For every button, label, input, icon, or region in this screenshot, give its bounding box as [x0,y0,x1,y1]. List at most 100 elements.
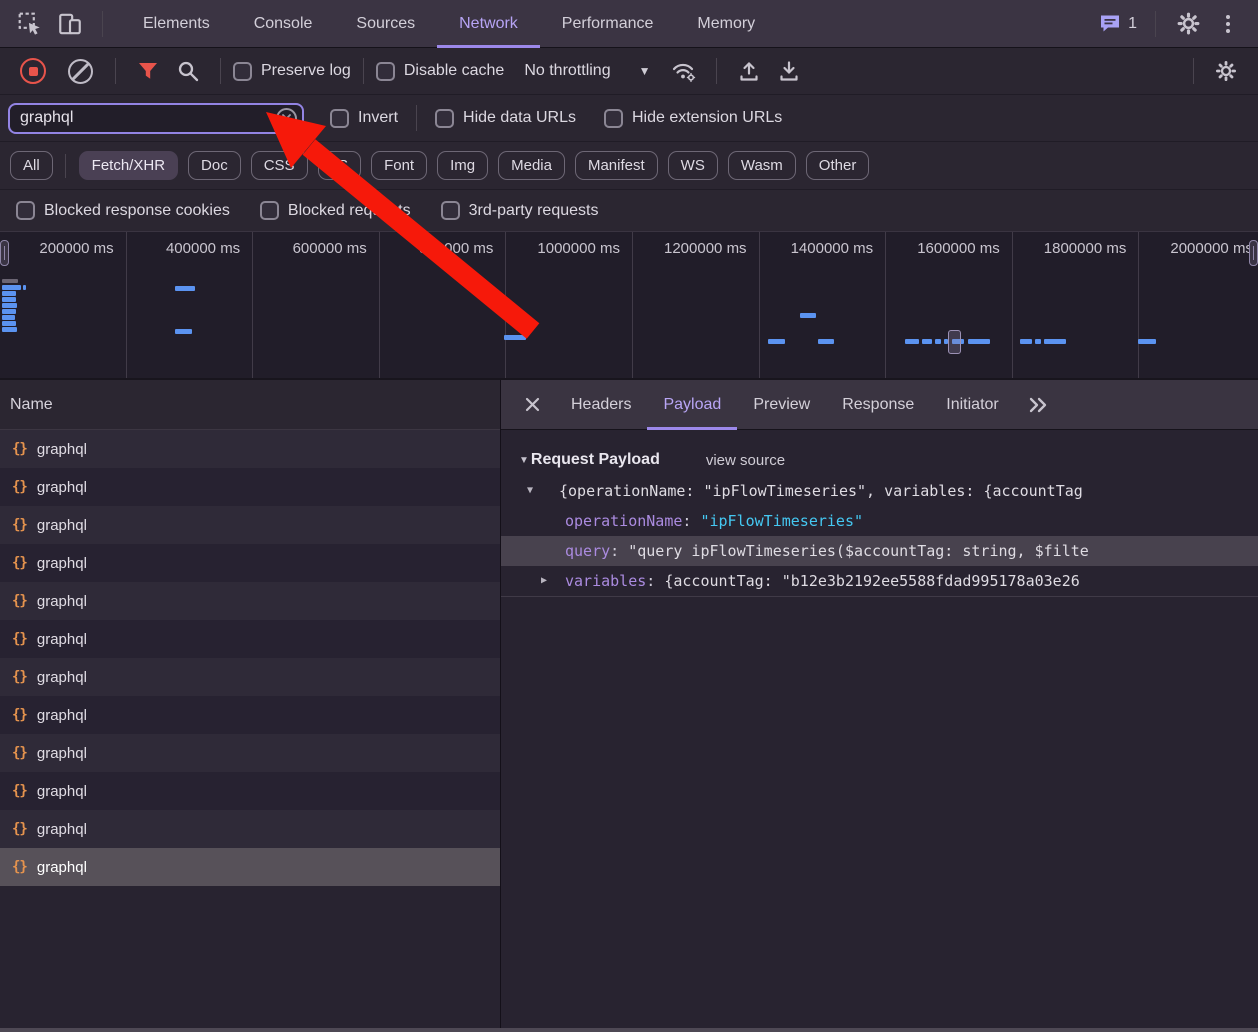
request-name: graphql [37,821,87,838]
request-timeline-bar [2,309,16,314]
payload-key: query [565,542,610,560]
checkbox [435,109,454,128]
preserve-log-checkbox[interactable]: Preserve log [233,62,351,81]
request-row[interactable]: {} graphql [0,696,500,734]
resource-type-chip[interactable]: Font [371,151,427,180]
search-network-icon[interactable] [172,55,204,87]
device-toolbar-icon [57,11,83,37]
payload-operation-row[interactable]: operationName: "ipFlowTimeseries" [501,506,1258,536]
view-source-link[interactable]: view source [706,452,785,469]
panel-tab[interactable]: Memory [675,0,777,48]
chip-label: Doc [201,157,228,174]
close-detail-icon[interactable] [515,388,549,422]
disable-cache-label: Disable cache [404,62,505,80]
request-row[interactable]: {} graphql [0,734,500,772]
record-network-log-button[interactable] [20,58,46,84]
network-conditions-icon[interactable] [668,55,700,87]
download-icon [777,59,801,83]
panel-tab-label: Performance [562,15,654,33]
panel-tab[interactable]: Console [232,0,335,48]
request-row[interactable]: {} graphql [0,468,500,506]
import-har-icon[interactable] [733,55,765,87]
collapse-triangle-icon[interactable]: ▼ [527,476,533,506]
panel-tab[interactable]: Sources [334,0,437,48]
divider [115,58,116,84]
detail-tab-label: Payload [663,396,721,414]
resource-type-chip[interactable]: Fetch/XHR [79,151,178,180]
checkbox [330,109,349,128]
disable-cache-checkbox[interactable]: Disable cache [376,62,505,81]
name-column-header[interactable]: Name [0,380,500,430]
device-toolbar-icon[interactable] [54,8,86,40]
inspect-element-icon[interactable] [14,8,46,40]
request-row[interactable]: {} graphql [0,430,500,468]
filter-input[interactable] [8,103,304,134]
request-row[interactable]: {} graphql [0,582,500,620]
payload-key: variables [565,572,646,590]
request-row[interactable]: {} graphql [0,544,500,582]
resource-type-chip[interactable]: All [10,151,53,180]
filter-checkbox[interactable]: Blocked requests [260,201,411,220]
filter-checkbox[interactable]: Blocked response cookies [16,201,230,220]
resource-type-chip[interactable]: Other [806,151,870,180]
request-timeline-bar [768,339,785,344]
detail-tab[interactable]: Response [826,380,930,430]
settings-gear-icon[interactable] [1172,8,1204,40]
payload-query-row[interactable]: query: "query ipFlowTimeseries($accountT… [501,536,1258,566]
resource-type-chip[interactable]: Manifest [575,151,658,180]
request-row[interactable]: {} graphql [0,848,500,886]
detail-tab[interactable]: Initiator [930,380,1014,430]
resource-type-chips: All Fetch/XHR Doc CSS JS Font Img Media … [0,142,1258,190]
network-settings-gear-icon[interactable] [1210,55,1242,87]
filter-toggle-icon[interactable] [132,55,164,87]
resource-type-chip[interactable]: Img [437,151,488,180]
panel-tab[interactable]: Elements [121,0,232,48]
resource-type-chip[interactable]: JS [318,151,362,180]
resource-type-chip[interactable]: Wasm [728,151,796,180]
filter-checkbox[interactable]: 3rd-party requests [441,201,599,220]
resource-type-chip[interactable]: Doc [188,151,241,180]
collapse-triangle-icon[interactable]: ▼ [519,455,529,466]
key-value-separator: : [610,542,628,560]
more-detail-tabs-icon[interactable] [1021,388,1055,422]
request-row[interactable]: {} graphql [0,620,500,658]
request-row[interactable]: {} graphql [0,506,500,544]
panel-tab[interactable]: Network [437,0,540,48]
request-row[interactable]: {} graphql [0,810,500,848]
kebab-menu-icon[interactable] [1212,8,1244,40]
issues-badge[interactable]: 1 [1099,13,1137,34]
chip-label: All [23,157,40,174]
upload-icon [737,59,761,83]
panel-tab-label: Console [254,15,313,33]
request-row[interactable]: {} graphql [0,658,500,696]
resource-type-chip[interactable]: WS [668,151,718,180]
request-timeline-bar [800,313,816,318]
bottom-scrollbar-strip[interactable] [0,1028,1258,1032]
request-row[interactable]: {} graphql [0,772,500,810]
payload-variables-row[interactable]: ▶ variables: {accountTag: "b12e3b2192ee5… [501,566,1258,597]
request-timeline-bar [935,339,941,344]
resource-type-chip[interactable]: Media [498,151,565,180]
resource-type-chip[interactable]: CSS [251,151,308,180]
detail-tab[interactable]: Preview [737,380,826,430]
request-name: graphql [37,859,87,876]
divider [416,105,417,131]
panel-tab[interactable]: Performance [540,0,676,48]
payload-root-row[interactable]: ▼ {operationName: "ipFlowTimeseries", va… [501,476,1258,506]
clear-filter-icon[interactable] [276,108,297,129]
hide-data-urls-checkbox[interactable]: Hide data URLs [435,109,576,128]
timeline-right-handle[interactable] [1249,240,1258,266]
request-timeline-bar [175,329,192,334]
throttling-dropdown[interactable]: No throttling ▼ [524,62,650,80]
network-overview-timeline[interactable]: 200000 ms 400000 ms 600000 ms 800000 ms … [0,232,1258,380]
detail-tab[interactable]: Headers [555,380,647,430]
detail-tab[interactable]: Payload [647,380,737,430]
request-timeline-bar [2,321,16,326]
timeline-left-handle[interactable] [0,240,9,266]
invert-filter-checkbox[interactable]: Invert [330,109,398,128]
export-har-icon[interactable] [773,55,805,87]
hide-extension-urls-checkbox[interactable]: Hide extension URLs [604,109,782,128]
expand-triangle-icon[interactable]: ▶ [541,566,547,596]
clear-network-log-button[interactable] [68,59,93,84]
request-timeline-bar [2,297,16,302]
